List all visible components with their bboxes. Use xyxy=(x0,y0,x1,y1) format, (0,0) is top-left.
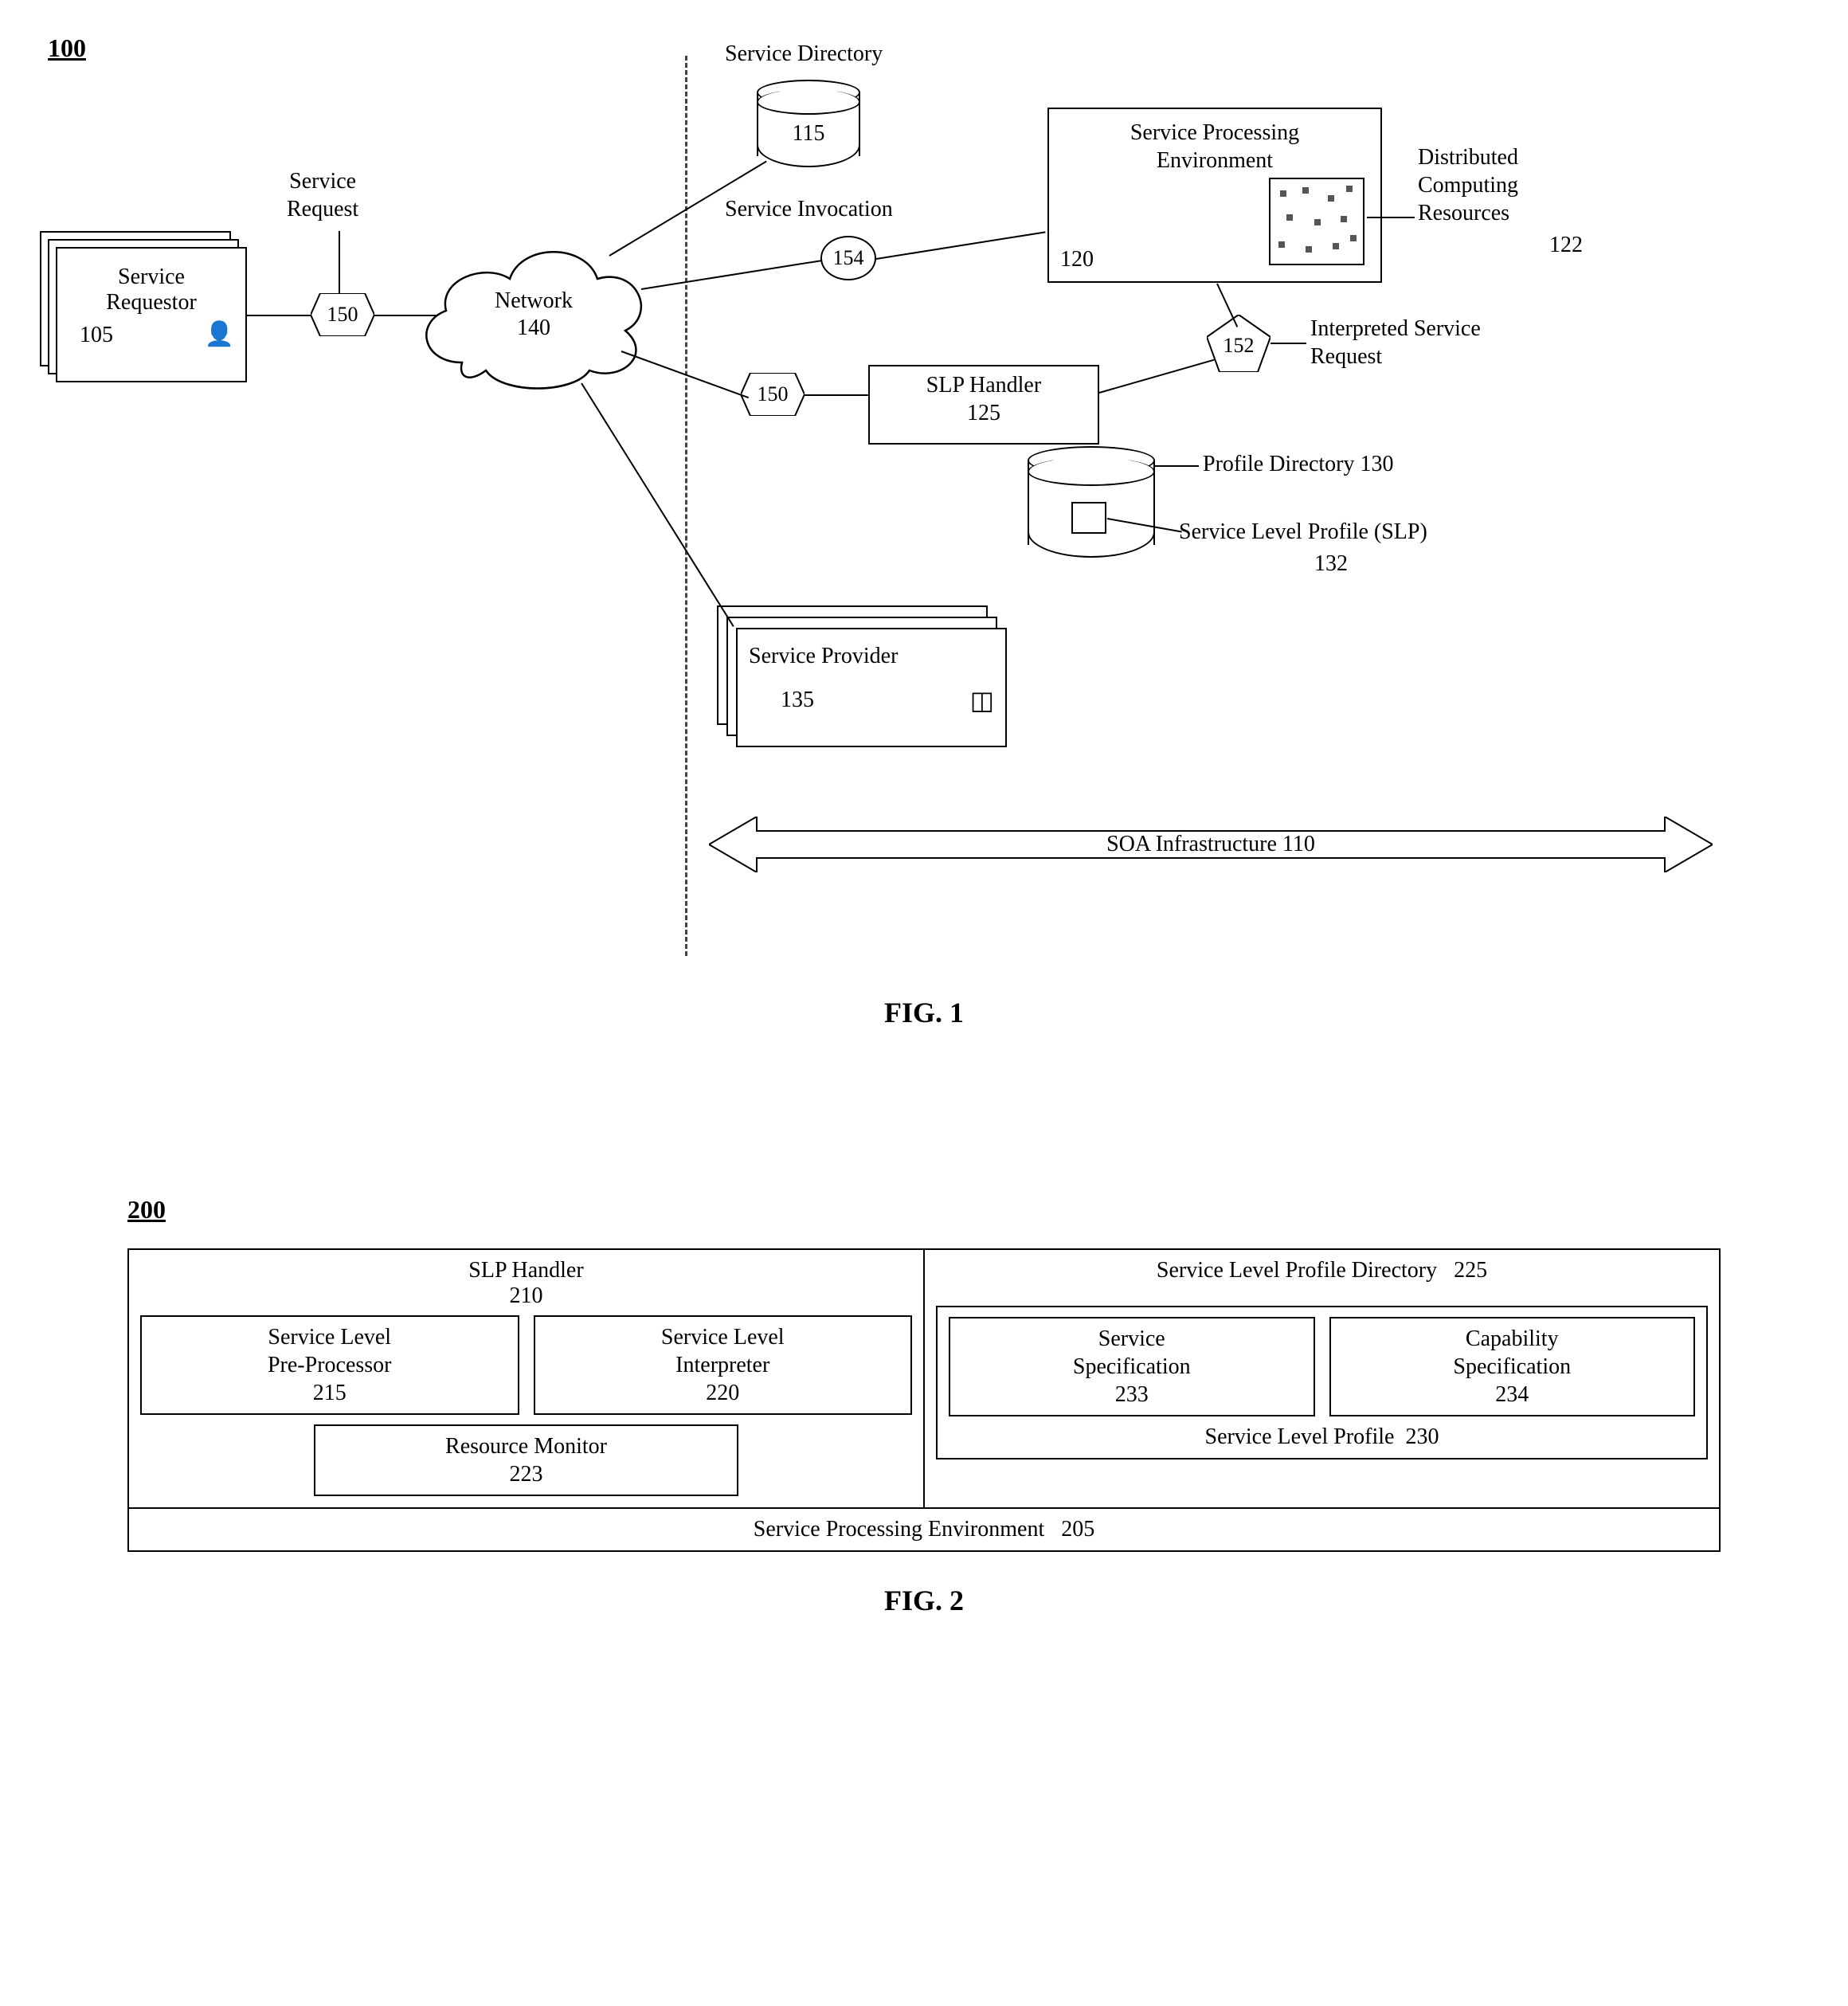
service-provider-title: Service Provider xyxy=(749,644,898,669)
connector-line xyxy=(247,315,311,316)
soa-infrastructure-arrow: SOA Infrastructure 110 xyxy=(709,817,1713,872)
spe-number: 120 xyxy=(1060,245,1094,273)
slp-handler-title: SLP Handler xyxy=(878,371,1090,399)
slpd-title: Service Level Profile Directory xyxy=(1157,1258,1437,1283)
soa-number: 110 xyxy=(1282,832,1315,857)
spe-title: Service Processing Environment xyxy=(1057,114,1372,174)
service-directory-number: 115 xyxy=(757,121,860,147)
hex-node: 150 xyxy=(311,293,374,336)
network-number: 140 xyxy=(517,315,550,342)
service-directory-db: 115 xyxy=(757,80,860,167)
dcr-label: Distributed Computing Resources xyxy=(1418,143,1518,227)
service-invocation-label: Service Invocation xyxy=(725,195,893,223)
pentagon-label: 152 xyxy=(1207,315,1270,372)
spe-title: Service Processing Environment xyxy=(754,1517,1044,1542)
distributed-resources-icon xyxy=(1269,178,1364,265)
profile-directory-label: Profile Directory 130 xyxy=(1203,450,1394,478)
connector-line xyxy=(805,394,868,396)
network-label: Network xyxy=(495,288,573,315)
hex-label: 150 xyxy=(741,373,805,416)
slp-handler-number: 210 xyxy=(510,1283,543,1308)
cube-icon: ◫ xyxy=(970,685,994,715)
slp-directory-panel: Service Level Profile Directory 225 Serv… xyxy=(925,1250,1719,1507)
leader-line xyxy=(1155,465,1199,467)
leader-line xyxy=(1367,217,1415,218)
connector-line xyxy=(1099,359,1215,394)
pentagon-node: 152 xyxy=(1207,315,1270,372)
hex-label: 150 xyxy=(311,293,374,336)
slp-label: Service Level Profile (SLP) xyxy=(1179,518,1427,546)
service-requestor-title: Service Requestor xyxy=(57,264,245,315)
service-provider-stack: Service Provider 135 ◫ xyxy=(717,605,1004,749)
leader-line xyxy=(1270,343,1306,344)
slp-title: Service Level Profile xyxy=(1205,1424,1395,1449)
person-icon: 👤 xyxy=(205,320,234,348)
slp-icon xyxy=(1071,502,1106,534)
service-level-interpreter-box: Service Level Interpreter 220 xyxy=(534,1315,913,1415)
hex-node: 150 xyxy=(741,373,805,416)
figure-number: 100 xyxy=(48,32,86,64)
circle-label: 154 xyxy=(833,246,864,270)
connector-line xyxy=(641,260,822,290)
dcr-number: 122 xyxy=(1549,231,1583,259)
service-requestor-stack: Service Requestor 105 👤 xyxy=(40,231,247,382)
circle-node: 154 xyxy=(820,236,876,280)
slp-number: 132 xyxy=(1314,550,1348,578)
capability-specification-box: Capability Specification 234 xyxy=(1329,1317,1696,1416)
figure-caption: FIG. 2 xyxy=(127,1584,1721,1617)
resource-monitor-box: Resource Monitor 223 xyxy=(314,1424,738,1496)
spe-number: 205 xyxy=(1061,1517,1094,1542)
spe-row: Service Processing Environment 205 xyxy=(129,1507,1719,1550)
service-level-profile-box: Service Specification 233 Capability Spe… xyxy=(936,1306,1708,1459)
slp-handler-number: 125 xyxy=(878,399,1090,427)
service-directory-label: Service Directory xyxy=(725,40,883,68)
connector-line xyxy=(581,382,734,626)
soa-label: SOA Infrastructure xyxy=(1106,832,1277,857)
isr-label: Interpreted Service Request xyxy=(1310,315,1481,370)
leader-line xyxy=(339,231,340,295)
service-processing-environment-box: Service Processing Environment 120 xyxy=(1047,108,1382,283)
slp-handler-panel: SLP Handler 210 Service Level Pre-Proces… xyxy=(129,1250,925,1507)
slp-handler-box: SLP Handler 125 xyxy=(868,365,1099,445)
divider-dashed xyxy=(685,56,687,956)
service-specification-box: Service Specification 233 xyxy=(949,1317,1315,1416)
slp-number: 230 xyxy=(1405,1424,1439,1449)
connector-line xyxy=(876,231,1046,260)
service-request-label: Service Request xyxy=(287,167,358,223)
service-requestor-number: 105 xyxy=(80,323,113,348)
slpd-number: 225 xyxy=(1454,1258,1487,1283)
service-provider-number: 135 xyxy=(749,688,814,713)
outer-pane: SLP Handler 210 Service Level Pre-Proces… xyxy=(127,1248,1721,1552)
profile-directory-db xyxy=(1028,446,1155,558)
service-level-preprocessor-box: Service Level Pre-Processor 215 xyxy=(140,1315,519,1415)
figure-number: 200 xyxy=(127,1195,1721,1224)
slp-handler-title: SLP Handler xyxy=(468,1258,583,1283)
network-cloud: Network 140 xyxy=(414,235,653,394)
figure-caption: FIG. 1 xyxy=(32,996,1816,1029)
